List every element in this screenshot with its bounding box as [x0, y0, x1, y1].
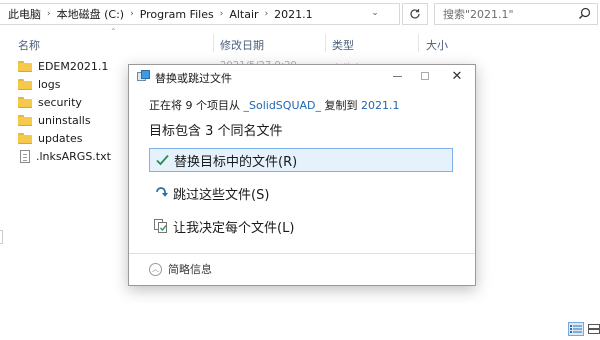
column-divider[interactable] — [213, 34, 214, 52]
folder-icon — [18, 132, 32, 144]
fewer-details-toggle[interactable]: ︿ 简略信息 — [149, 261, 212, 277]
details-label: 简略信息 — [168, 263, 212, 276]
replace-or-skip-dialog: 替换或跳过文件 ✕ 正在将 9 个项目从 _SolidSQUAD_ 复制到 20… — [128, 64, 476, 286]
dialog-title: 替换或跳过文件 — [155, 72, 232, 85]
dialog-titlebar[interactable]: 替换或跳过文件 ✕ — [129, 65, 475, 87]
refresh-button[interactable] — [402, 3, 428, 25]
option-label: 替换目标中的文件(R) — [174, 154, 298, 170]
close-button[interactable]: ✕ — [443, 67, 471, 85]
list-item[interactable]: logs — [18, 75, 111, 93]
option-label: 让我决定每个文件(L) — [173, 220, 295, 236]
list-item[interactable]: security — [18, 93, 111, 111]
search-icon — [579, 7, 591, 19]
details-view-icon — [570, 325, 582, 333]
option-label: 跳过这些文件(S) — [173, 187, 270, 203]
maximize-icon — [421, 72, 429, 80]
file-name: updates — [38, 131, 83, 145]
file-name: EDEM2021.1 — [38, 59, 109, 73]
file-list: EDEM2021.1 logs security uninstalls upda… — [18, 57, 111, 165]
status-middle: 复制到 — [321, 99, 361, 112]
address-bar[interactable]: 此电脑 › 本地磁盘 (C:) › Program Files › Altair… — [0, 3, 400, 25]
folder-icon — [18, 114, 32, 126]
search-input[interactable]: 搜索"2021.1" — [434, 3, 598, 25]
column-header-size[interactable]: 大小 — [426, 37, 448, 53]
breadcrumb-current-folder[interactable]: 2021.1 — [272, 8, 315, 21]
dialog-heading: 目标包含 3 个同名文件 — [149, 124, 283, 139]
replace-files-option[interactable]: 替换目标中的文件(R) — [149, 148, 453, 172]
copy-files-icon — [137, 70, 150, 81]
breadcrumb-separator-icon[interactable]: › — [126, 9, 138, 19]
skip-icon — [153, 185, 169, 201]
folder-icon — [18, 60, 32, 72]
file-name: logs — [38, 77, 61, 91]
breadcrumb-separator-icon[interactable]: › — [43, 9, 55, 19]
copy-status-text: 正在将 9 个项目从 _SolidSQUAD_ 复制到 2021.1 — [149, 97, 400, 113]
column-header-name[interactable]: 名称 — [18, 37, 40, 53]
view-switcher — [566, 322, 600, 336]
sort-indicator-icon: ⌃ — [110, 27, 117, 36]
breadcrumb-separator-icon[interactable]: › — [261, 9, 273, 19]
list-item[interactable]: EDEM2021.1 — [18, 57, 111, 75]
list-item[interactable]: updates — [18, 129, 111, 147]
checkmark-icon — [154, 152, 170, 168]
source-folder-link[interactable]: _SolidSQUAD_ — [244, 99, 322, 112]
close-icon: ✕ — [451, 68, 463, 84]
dialog-divider — [129, 253, 475, 254]
refresh-icon — [410, 9, 420, 19]
skip-files-option[interactable]: 跳过这些文件(S) — [149, 181, 453, 205]
large-icons-view-button[interactable] — [586, 322, 600, 336]
search-placeholder: 搜索"2021.1" — [443, 8, 514, 21]
details-view-button[interactable] — [568, 322, 584, 336]
address-bar-row: 此电脑 › 本地磁盘 (C:) › Program Files › Altair… — [0, 0, 600, 28]
large-icons-view-icon — [588, 324, 600, 334]
minimize-icon — [392, 75, 402, 77]
decide-each-file-option[interactable]: 让我决定每个文件(L) — [149, 214, 453, 238]
chevron-up-icon: ︿ — [149, 262, 162, 276]
list-item[interactable]: .lnksARGS.txt — [18, 147, 111, 165]
column-header-modified[interactable]: 修改日期 — [220, 37, 264, 53]
address-history-chevron-icon[interactable]: ⌄ — [368, 8, 382, 18]
file-name: security — [38, 95, 82, 109]
file-name: uninstalls — [38, 113, 91, 127]
column-header-type[interactable]: 类型 — [332, 37, 354, 53]
column-divider[interactable] — [418, 34, 419, 52]
status-prefix: 正在将 9 个项目从 — [149, 99, 244, 112]
breadcrumb-separator-icon[interactable]: › — [216, 9, 228, 19]
breadcrumb-altair[interactable]: Altair — [227, 8, 260, 21]
folder-icon — [18, 78, 32, 90]
text-file-icon — [20, 149, 30, 163]
splitter-handle[interactable] — [0, 230, 3, 244]
file-name: .lnksARGS.txt — [36, 149, 111, 163]
folder-icon — [18, 96, 32, 108]
breadcrumb-local-disk[interactable]: 本地磁盘 (C:) — [55, 6, 126, 22]
breadcrumb-program-files[interactable]: Program Files — [138, 8, 216, 21]
list-item[interactable]: uninstalls — [18, 111, 111, 129]
maximize-button[interactable] — [411, 67, 439, 85]
destination-folder-link[interactable]: 2021.1 — [361, 99, 400, 112]
decide-icon — [153, 218, 169, 234]
column-divider[interactable] — [325, 34, 326, 52]
breadcrumb-this-pc[interactable]: 此电脑 — [6, 6, 43, 22]
minimize-button[interactable] — [383, 67, 411, 85]
